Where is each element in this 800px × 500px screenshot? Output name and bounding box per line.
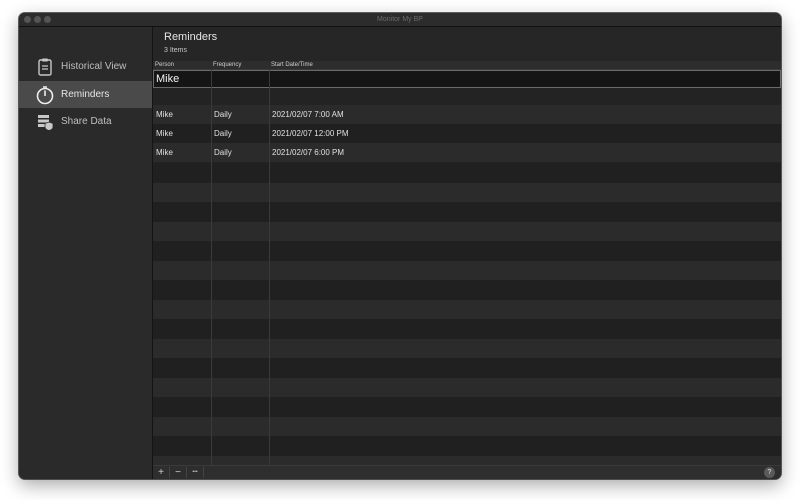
timer-icon xyxy=(35,85,55,105)
empty-row xyxy=(153,182,781,202)
add-button[interactable]: + xyxy=(153,467,170,478)
table-row[interactable]: Mike Daily 2021/02/07 12:00 PM xyxy=(153,124,781,143)
edit-row xyxy=(153,70,781,88)
empty-row xyxy=(153,436,781,456)
empty-row xyxy=(153,299,781,319)
sidebar-item-label: Reminders xyxy=(61,89,110,100)
sidebar-item-share-data[interactable]: Share Data xyxy=(19,108,152,135)
empty-row xyxy=(153,338,781,358)
table-row[interactable]: Mike Daily 2021/02/07 7:00 AM xyxy=(153,105,781,124)
empty-row-stripes xyxy=(153,163,781,479)
empty-row xyxy=(153,202,781,222)
person-edit-field[interactable] xyxy=(156,71,756,87)
remove-button[interactable]: − xyxy=(170,467,187,478)
main-content: Reminders 3 Items Person Frequency Start… xyxy=(153,27,781,479)
window-title: Monitor My BP xyxy=(377,16,423,23)
cell-person: Mike xyxy=(156,110,173,119)
table-row[interactable]: Mike Daily 2021/02/07 6:00 PM xyxy=(153,143,781,162)
column-header-person[interactable]: Person xyxy=(155,61,174,69)
sidebar: Historical View Reminders Share Data xyxy=(19,27,153,479)
cell-frequency: Daily xyxy=(214,129,232,138)
item-count: 3 Items xyxy=(164,47,187,54)
page-title: Reminders xyxy=(164,31,218,43)
sidebar-item-historical-view[interactable]: Historical View xyxy=(19,53,152,80)
clipboard-icon xyxy=(35,57,55,77)
empty-row xyxy=(153,280,781,300)
empty-row xyxy=(153,416,781,436)
table-footer: + − ••• ? xyxy=(153,465,781,479)
cell-frequency: Daily xyxy=(214,148,232,157)
share-data-icon xyxy=(35,112,55,132)
empty-row xyxy=(153,358,781,378)
help-button[interactable]: ? xyxy=(764,467,775,478)
empty-row xyxy=(153,397,781,417)
cell-person: Mike xyxy=(156,129,173,138)
cell-frequency: Daily xyxy=(214,110,232,119)
column-divider xyxy=(269,69,270,467)
more-options-button[interactable]: ••• xyxy=(187,467,204,478)
column-divider xyxy=(211,69,212,467)
sidebar-item-label: Share Data xyxy=(61,116,112,127)
content-header: Reminders 3 Items xyxy=(153,27,781,61)
table-header: Person Frequency Start Date/Time xyxy=(153,61,781,70)
empty-row xyxy=(153,221,781,241)
cell-person: Mike xyxy=(156,148,173,157)
title-bar: Monitor My BP xyxy=(19,13,781,27)
column-header-frequency[interactable]: Frequency xyxy=(213,61,241,69)
sidebar-item-label: Historical View xyxy=(61,61,127,72)
sidebar-item-reminders[interactable]: Reminders xyxy=(19,81,152,108)
cell-start-date-time: 2021/02/07 12:00 PM xyxy=(272,129,349,138)
empty-row xyxy=(153,163,781,183)
empty-row xyxy=(153,241,781,261)
app-window: Monitor My BP Historical View Reminders … xyxy=(19,13,781,479)
cell-start-date-time: 2021/02/07 6:00 PM xyxy=(272,148,345,157)
cell-start-date-time: 2021/02/07 7:00 AM xyxy=(272,110,344,119)
column-header-start-date-time[interactable]: Start Date/Time xyxy=(271,61,313,69)
empty-row xyxy=(153,319,781,339)
empty-row xyxy=(153,260,781,280)
empty-row xyxy=(153,377,781,397)
